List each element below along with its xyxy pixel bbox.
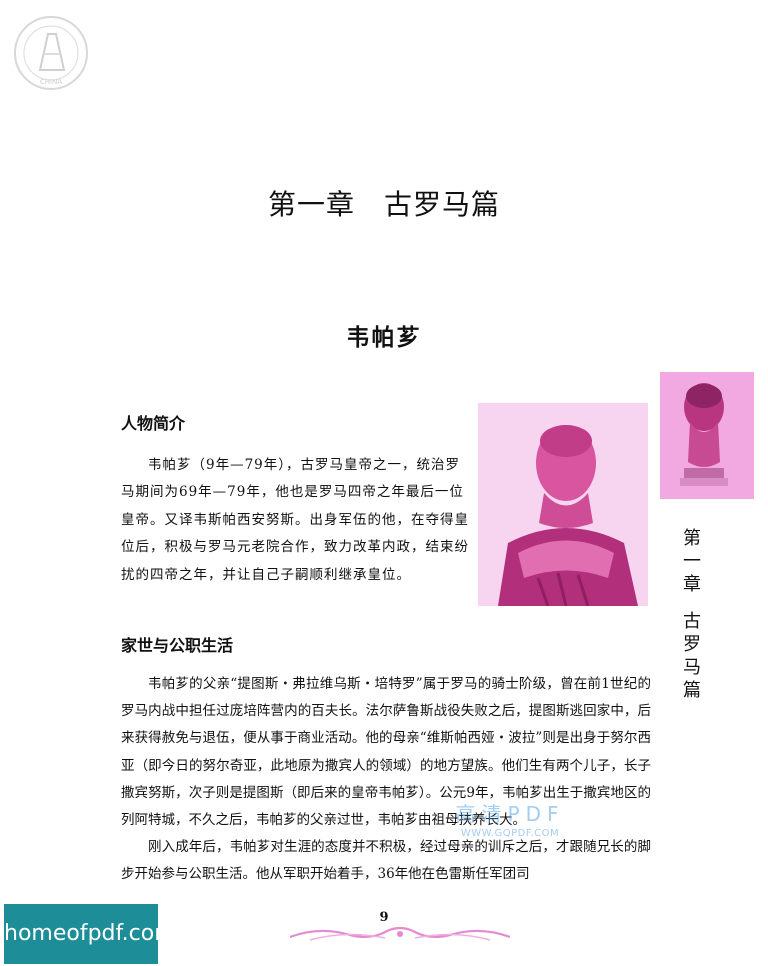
side-tab-char: 第 (683, 528, 701, 549)
chapter-title: 第一章 古罗马篇 (267, 188, 500, 221)
watermark-title: 高清PDF (455, 802, 565, 826)
intro-text: 韦帕芗（9年—79年），古罗马皇帝之一，统治罗马期间为69年—79年，他也是罗马… (121, 457, 469, 583)
side-tab-char: 古 (683, 611, 701, 632)
decorative-ornament (290, 926, 510, 941)
intro-heading: 人物简介 (121, 414, 186, 433)
chapter-side-tab: 第 一 章 古 罗 马 篇 (680, 527, 704, 702)
family-heading: 家世与公职生活 (121, 636, 234, 655)
watermark: 高清PDF WWW.GQPDF.COM (451, 801, 569, 845)
svg-text:CHINA: CHINA (40, 78, 62, 86)
side-tab-char: 章 (683, 574, 701, 595)
side-tab-char: 一 (683, 551, 701, 572)
body-paragraph: 韦帕芗的父亲“提图斯・弗拉维乌斯・培特罗”属于罗马的骑士阶级，曾在前1世纪的罗马… (121, 676, 651, 829)
watermark-url: WWW.GQPDF.COM (460, 828, 560, 839)
chapter-thumbnail-image (660, 372, 754, 499)
portrait-image (478, 403, 648, 606)
article-title: 韦帕芗 (346, 324, 422, 351)
side-tab-char: 篇 (683, 680, 701, 701)
site-badge[interactable]: homeofpdf.com (4, 904, 176, 964)
seal-logo: CHINA (14, 16, 88, 90)
side-tab-char: 罗 (683, 634, 701, 655)
side-tab-char: 马 (683, 657, 701, 678)
body-paragraph: 刚入成年后，韦帕芗对生涯的态度并不积极，经过母亲的训斥之后，才跟随兄长的脚步开始… (121, 839, 651, 883)
intro-paragraph: 韦帕芗（9年—79年），古罗马皇帝之一，统治罗马期间为69年—79年，他也是罗马… (121, 452, 471, 589)
body-text: 韦帕芗的父亲“提图斯・弗拉维乌斯・培特罗”属于罗马的骑士阶级，曾在前1世纪的罗马… (121, 671, 651, 889)
